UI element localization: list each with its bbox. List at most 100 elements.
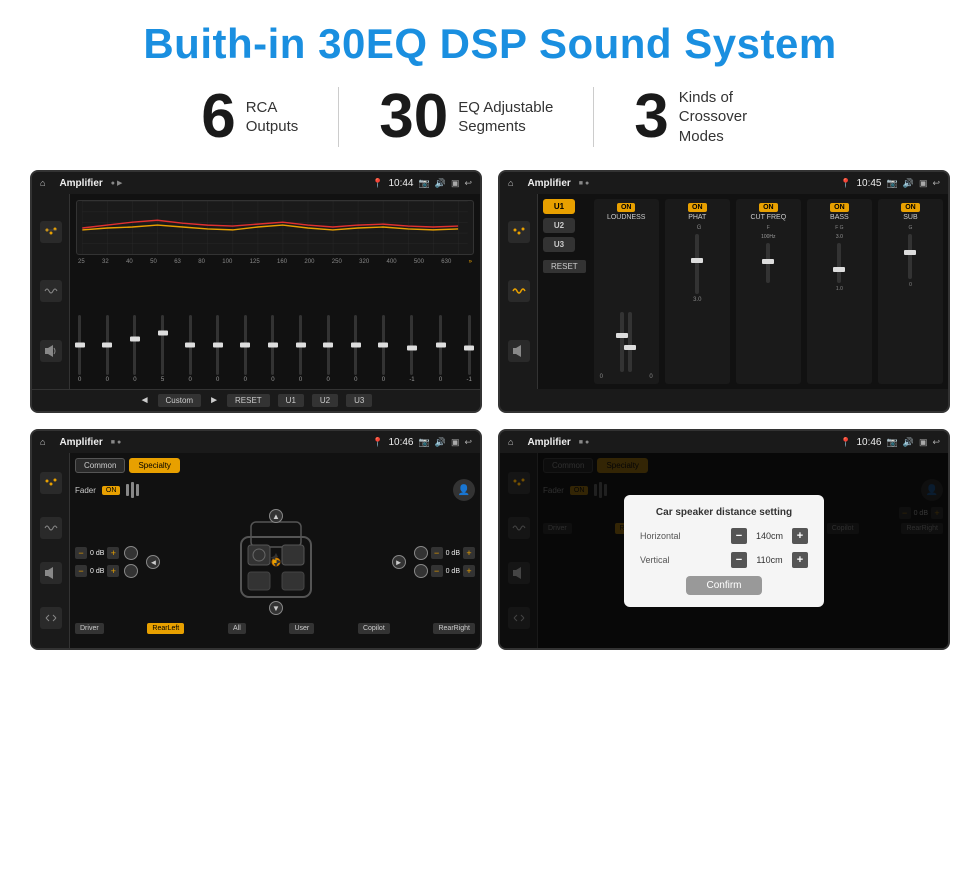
eq-sliders-area: 0 0 0 5 0 0 0 0 0 0 0 0 -1 0 -1 bbox=[76, 269, 474, 383]
amp-u3-btn[interactable]: U3 bbox=[543, 237, 575, 252]
eq-slider-9: 0 bbox=[326, 315, 329, 383]
eq-u1-btn[interactable]: U1 bbox=[278, 394, 304, 407]
amp-u2-btn[interactable]: U2 bbox=[543, 218, 575, 233]
pos-rearright[interactable]: RearRight bbox=[433, 623, 475, 634]
amp-reset-btn[interactable]: RESET bbox=[543, 260, 586, 273]
left-arrow[interactable]: ◄ bbox=[146, 555, 160, 569]
amp-speaker-icon[interactable] bbox=[508, 340, 530, 362]
back2-icon: ↩ bbox=[932, 178, 940, 189]
dialog-horizontal-row: Horizontal − 140cm + bbox=[640, 528, 808, 544]
common-wave-icon[interactable] bbox=[40, 517, 62, 539]
vol-tl-minus[interactable]: − bbox=[75, 547, 87, 559]
sub-slider[interactable] bbox=[908, 234, 912, 279]
tab-common[interactable]: Common bbox=[75, 458, 125, 473]
vol-tr-plus[interactable]: + bbox=[463, 547, 475, 559]
screen-icon: ▣ bbox=[451, 178, 460, 189]
horizontal-minus-btn[interactable]: − bbox=[731, 528, 747, 544]
eq-slider-0: 0 bbox=[78, 315, 81, 383]
bass-on[interactable]: ON bbox=[830, 203, 849, 212]
eq-custom-btn[interactable]: Custom bbox=[158, 394, 202, 407]
screen3-title: Amplifier bbox=[59, 437, 102, 448]
pos-rearleft[interactable]: RearLeft bbox=[147, 623, 184, 634]
topbar2-home-icon: ⌂ bbox=[508, 178, 513, 188]
phat-slider[interactable] bbox=[695, 234, 699, 294]
tab-specialty[interactable]: Specialty bbox=[129, 458, 179, 473]
common-speaker-icon[interactable] bbox=[40, 562, 62, 584]
stat-eq: 30 EQ AdjustableSegments bbox=[339, 86, 593, 148]
amp-band-phat: ON PHAT G 3.0 bbox=[665, 199, 730, 384]
screens-grid: ⌂ Amplifier ● ▶ 📍 10:44 📷 🔊 ▣ ↩ bbox=[30, 170, 950, 650]
cutfreq-slider[interactable] bbox=[766, 243, 770, 283]
fader-on-badge[interactable]: ON bbox=[102, 486, 121, 495]
amp-wave-icon[interactable] bbox=[508, 280, 530, 302]
eq-slider-14: -1 bbox=[467, 315, 472, 383]
screen4-title: Amplifier bbox=[527, 437, 570, 448]
eq-sidebar bbox=[32, 194, 70, 389]
confirm-button[interactable]: Confirm bbox=[686, 576, 761, 595]
volume2-icon: 🔊 bbox=[903, 178, 914, 189]
main-title: Buith-in 30EQ DSP Sound System bbox=[30, 20, 950, 68]
vertical-plus-btn[interactable]: + bbox=[792, 552, 808, 568]
screen4-topbar-icons: 📍 10:46 📷 🔊 ▣ ↩ bbox=[840, 437, 940, 448]
dialog-overlay: Car speaker distance setting Horizontal … bbox=[500, 453, 948, 648]
bass-slider[interactable] bbox=[837, 243, 841, 283]
sub-on[interactable]: ON bbox=[901, 203, 920, 212]
cutfreq-on[interactable]: ON bbox=[759, 203, 778, 212]
screen1-title: Amplifier bbox=[59, 178, 102, 189]
loudness-slider-l[interactable] bbox=[620, 312, 624, 372]
horizontal-plus-btn[interactable]: + bbox=[792, 528, 808, 544]
vol-bl-value: 0 dB bbox=[90, 568, 104, 575]
vertical-value: 110cm bbox=[752, 555, 787, 565]
right-arrow[interactable]: ► bbox=[392, 555, 406, 569]
fader-row: Fader ON 👤 bbox=[75, 479, 475, 501]
eq-next-btn[interactable]: ► bbox=[209, 395, 219, 406]
vol-br-plus[interactable]: + bbox=[463, 565, 475, 577]
eq-prev-btn[interactable]: ◄ bbox=[140, 395, 150, 406]
common-filter-icon[interactable] bbox=[40, 472, 62, 494]
left-controls: − 0 dB + − 0 dB + bbox=[75, 507, 138, 617]
topbar-home-icon: ⌂ bbox=[40, 178, 45, 188]
vol-bl-plus[interactable]: + bbox=[107, 565, 119, 577]
pos-all[interactable]: All bbox=[228, 623, 246, 634]
eq-speaker-icon[interactable] bbox=[40, 340, 62, 362]
eq-wave-icon[interactable] bbox=[40, 280, 62, 302]
screen4-dialog: Common Specialty Fader ON 👤 bbox=[500, 453, 948, 648]
vol-br-minus[interactable]: − bbox=[431, 565, 443, 577]
vol-bl-minus[interactable]: − bbox=[75, 565, 87, 577]
screen-dialog-wrapper: ⌂ Amplifier ■ ● 📍 10:46 📷 🔊 ▣ ↩ bbox=[498, 429, 950, 650]
eq-u2-btn[interactable]: U2 bbox=[312, 394, 338, 407]
loudness-on[interactable]: ON bbox=[617, 203, 636, 212]
eq-filter-icon[interactable] bbox=[40, 221, 62, 243]
back-icon: ↩ bbox=[464, 178, 472, 189]
amp-u1-btn[interactable]: U1 bbox=[543, 199, 575, 214]
up-arrow[interactable]: ▲ bbox=[269, 509, 283, 523]
common-arrows-icon[interactable] bbox=[40, 607, 62, 629]
vol-tr-minus[interactable]: − bbox=[431, 547, 443, 559]
stat-rca-label: RCAOutputs bbox=[246, 98, 299, 137]
amp-bands: ON LOUDNESS 00 bbox=[594, 199, 943, 384]
topbar3-home-icon: ⌂ bbox=[40, 437, 45, 447]
loudness-name: LOUDNESS bbox=[607, 214, 646, 221]
vertical-minus-btn[interactable]: − bbox=[731, 552, 747, 568]
loudness-slider-r[interactable] bbox=[628, 312, 632, 372]
stat-rca-number: 6 bbox=[201, 86, 235, 148]
dialog-box: Car speaker distance setting Horizontal … bbox=[624, 495, 824, 607]
pos-copilot[interactable]: Copilot bbox=[358, 623, 390, 634]
amp-band-sub: ON SUB G 0 bbox=[878, 199, 943, 384]
phat-on[interactable]: ON bbox=[688, 203, 707, 212]
eq-u3-btn[interactable]: U3 bbox=[346, 394, 372, 407]
eq-chart bbox=[76, 200, 474, 255]
pos-driver[interactable]: Driver bbox=[75, 623, 104, 634]
pos-user[interactable]: User bbox=[289, 623, 314, 634]
speaker-tr-icon bbox=[414, 546, 428, 560]
dialog-horizontal-ctrl: − 140cm + bbox=[731, 528, 808, 544]
down-arrow[interactable]: ▼ bbox=[269, 601, 283, 615]
amp-band-cutfreq: ON CUT FREQ F 100Hz bbox=[736, 199, 801, 384]
amp-main: U1 U2 U3 RESET ON LOUDNESS bbox=[538, 194, 948, 389]
eq-reset-btn[interactable]: RESET bbox=[227, 394, 270, 407]
speaker-br-icon bbox=[414, 564, 428, 578]
amp-filter-icon[interactable] bbox=[508, 221, 530, 243]
vol-tl-plus[interactable]: + bbox=[107, 547, 119, 559]
screen2-amp: U1 U2 U3 RESET ON LOUDNESS bbox=[500, 194, 948, 389]
profile-icon[interactable]: 👤 bbox=[453, 479, 475, 501]
